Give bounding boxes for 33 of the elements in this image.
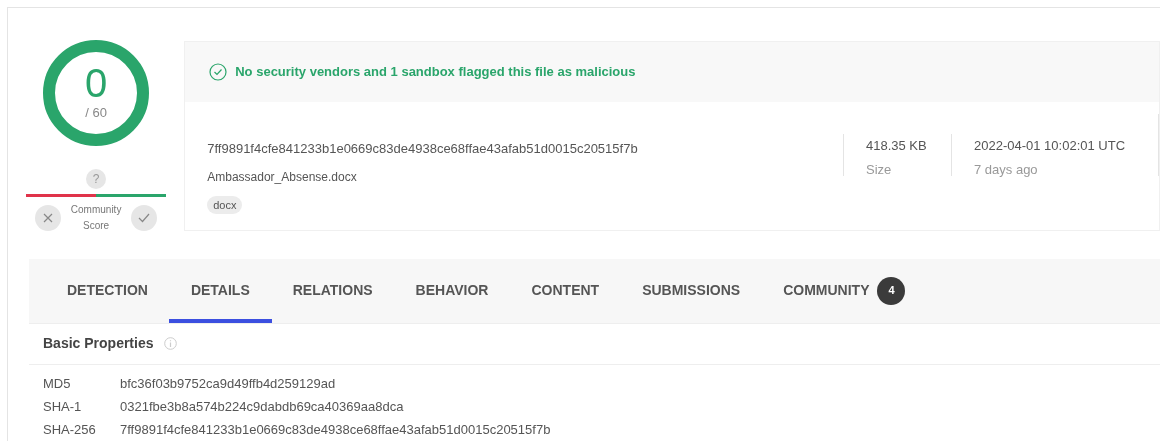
property-value: 0321fbe3b8a574b224c9dabdb69ca40369aa8dca: [120, 397, 404, 416]
file-tag[interactable]: docx: [207, 195, 243, 214]
community-score-value: ?: [86, 169, 107, 189]
tab[interactable]: BEHAVIOR: [415, 258, 489, 323]
tab[interactable]: CONTENT: [531, 258, 600, 323]
property-value: 7ff9891f4cfe841233b1e0669c83de4938ce68ffae43afab51d0015c20515f7b: [120, 420, 551, 439]
check-circle-icon: [209, 63, 228, 81]
tab[interactable]: SUBMISSIONS: [642, 258, 741, 323]
property-name: SHA-256: [43, 420, 97, 439]
total-engines: / 60: [85, 104, 107, 123]
check-icon: [138, 213, 151, 223]
vote-harmful-button[interactable]: [35, 205, 62, 231]
vote-harmless-button[interactable]: [131, 205, 158, 231]
tab[interactable]: COMMUNITY 4: [783, 258, 906, 323]
property-value: bfc36f03b9752ca9d49ffb4d259129ad: [120, 374, 336, 393]
count-badge: 4: [877, 276, 906, 305]
property-name: MD5: [43, 374, 72, 393]
detection-count: 0: [85, 63, 108, 104]
size-label: Size: [866, 160, 893, 179]
status-message: No security vendors and 1 sandbox flagged this file as malicious: [235, 63, 636, 82]
tab[interactable]: DETAILS: [168, 258, 272, 323]
property-name: SHA-1: [43, 397, 83, 416]
close-icon: [43, 213, 54, 223]
file-name: Ambassador_Absense.docx: [207, 168, 357, 186]
file-hash: 7ff9891f4cfe841233b1e0669c83de4938ce68ffae43afab51d0015c20515f7b: [207, 140, 638, 158]
community-score-label: Community Score: [69, 203, 123, 233]
info-icon: [163, 337, 177, 351]
section-title: Basic Properties: [43, 334, 154, 354]
tab[interactable]: DETECTION: [67, 258, 148, 323]
tab[interactable]: RELATIONS: [292, 258, 373, 323]
analysis-date: 2022-04-01 10:02:01 UTC: [974, 137, 1127, 155]
relative-date: 7 days ago: [974, 160, 1039, 179]
file-size: 418.35 KB: [866, 137, 928, 155]
